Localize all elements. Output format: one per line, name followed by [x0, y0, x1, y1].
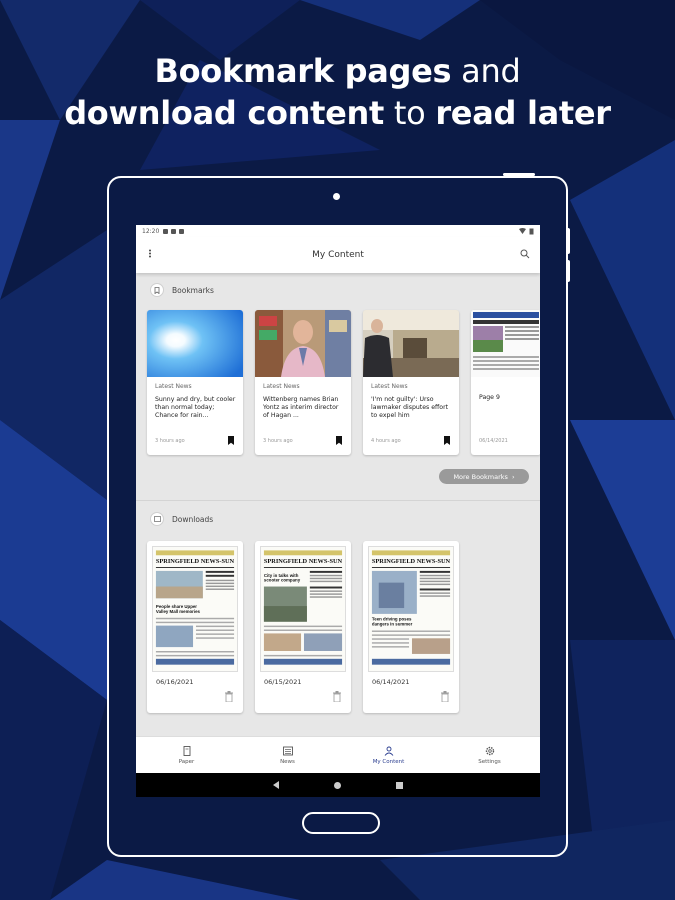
notification-icon	[179, 228, 185, 234]
bookmark-card[interactable]: Page 9 06/14/2021	[471, 310, 540, 455]
bookmark-card[interactable]: Latest News 'I'm not guilty': Urso lawma…	[363, 310, 459, 455]
download-date: 06/16/2021	[156, 678, 194, 686]
notification-icon	[171, 228, 177, 234]
svg-text:Valley Mall memories: Valley Mall memories	[156, 609, 201, 614]
bookmark-card[interactable]: Latest News Sunny and dry, but cooler th…	[147, 310, 243, 455]
status-bar: 12:20	[136, 225, 540, 237]
downloads-title: Downloads	[172, 514, 214, 524]
svg-text:dangers in summer: dangers in summer	[372, 622, 413, 627]
nav-my-content-label: My Content	[372, 758, 405, 765]
bookmark-section-icon	[150, 283, 164, 297]
download-section-icon	[150, 512, 164, 526]
svg-text:scooter company: scooter company	[264, 578, 301, 583]
downloads-header: Downloads	[150, 512, 213, 526]
download-masthead: SPRINGFIELD NEWS-SUN	[372, 558, 451, 565]
bookmark-time: 3 hours ago	[263, 438, 293, 444]
system-navigation-bar	[136, 773, 540, 797]
battery-icon	[529, 228, 534, 234]
newspaper-thumbnail: SPRINGFIELD NEWS-SUN People share Upper …	[152, 546, 238, 672]
nav-my-content[interactable]: My Content	[338, 737, 439, 773]
overflow-menu-icon[interactable]	[148, 249, 152, 258]
app-screen: 12:20 My Content Bookmarks Latest News S…	[136, 225, 540, 797]
bookmark-title: Page 9	[479, 394, 500, 401]
trash-icon[interactable]	[440, 691, 450, 702]
newspaper-thumbnail: SPRINGFIELD NEWS-SUN Teen driving poses …	[368, 546, 454, 672]
downloads-list: SPRINGFIELD NEWS-SUN People share Upper …	[147, 541, 459, 713]
download-card[interactable]: SPRINGFIELD NEWS-SUN Teen driving poses …	[363, 541, 459, 713]
bookmark-category: Latest News	[155, 383, 192, 390]
nav-news[interactable]: News	[237, 737, 338, 773]
bookmark-title: Sunny and dry, but cooler than normal to…	[155, 396, 236, 419]
person-icon	[384, 746, 393, 756]
camera-dot	[333, 193, 340, 200]
download-card[interactable]: SPRINGFIELD NEWS-SUN People share Upper …	[147, 541, 243, 713]
headline-bold-3: read later	[435, 94, 611, 132]
bookmark-card[interactable]: Latest News Wittenberg names Brian Yontz…	[255, 310, 351, 455]
newspaper-page-image	[471, 310, 540, 377]
more-bookmarks-label: More Bookmarks	[453, 472, 508, 481]
recent-apps-icon[interactable]	[396, 781, 403, 789]
bottom-navigation: Paper News My Content Settings	[136, 736, 540, 773]
headline-bold-2: download content	[64, 94, 385, 132]
bookmark-time: 4 hours ago	[371, 438, 401, 444]
headline-line-1: Bookmark pages and	[0, 50, 675, 92]
download-date: 06/15/2021	[264, 678, 302, 686]
bookmark-icon[interactable]	[228, 436, 234, 445]
home-icon[interactable]	[334, 781, 341, 789]
back-icon[interactable]	[273, 781, 279, 789]
bookmarks-header: Bookmarks	[150, 283, 214, 297]
nav-paper[interactable]: Paper	[136, 737, 237, 773]
bookmark-time: 06/14/2021	[479, 438, 508, 444]
download-date: 06/14/2021	[372, 678, 410, 686]
bookmark-title: Wittenberg names Brian Yontz as interim …	[263, 396, 339, 419]
wifi-icon	[519, 227, 526, 234]
headline-bold-1: Bookmark pages	[154, 52, 452, 90]
chevron-right-icon: ›	[511, 472, 515, 481]
download-card[interactable]: SPRINGFIELD NEWS-SUN City in talks with …	[255, 541, 351, 713]
page-title: My Content	[312, 250, 364, 260]
status-time: 12:20	[142, 227, 160, 235]
search-icon[interactable]	[520, 249, 530, 259]
notification-icon	[163, 228, 169, 234]
bookmarks-title: Bookmarks	[172, 285, 214, 295]
headline-light-2: to	[393, 94, 426, 132]
download-masthead: SPRINGFIELD NEWS-SUN	[264, 558, 343, 565]
sun-sky-image	[147, 310, 243, 377]
app-bar: My Content	[136, 237, 540, 273]
trash-icon[interactable]	[224, 691, 234, 702]
nav-paper-label: Paper	[178, 758, 195, 765]
trash-icon[interactable]	[332, 691, 342, 702]
tablet-home-button	[302, 812, 380, 834]
bookmark-category: Latest News	[263, 383, 300, 390]
download-masthead: SPRINGFIELD NEWS-SUN	[156, 558, 235, 565]
headline: Bookmark pages and download content to r…	[0, 50, 675, 134]
bookmark-category: Latest News	[371, 383, 408, 390]
nav-news-label: News	[280, 758, 295, 765]
bookmark-time: 3 hours ago	[155, 438, 185, 444]
headline-light-1: and	[461, 52, 521, 90]
headline-line-2: download content to read later	[0, 92, 675, 134]
bookmark-icon[interactable]	[444, 436, 450, 445]
nav-settings[interactable]: Settings	[439, 737, 540, 773]
bookmarks-list: Latest News Sunny and dry, but cooler th…	[147, 310, 540, 455]
section-divider	[136, 500, 540, 501]
tablet-side-button	[566, 260, 570, 282]
bookmark-icon[interactable]	[336, 436, 342, 445]
more-bookmarks-button[interactable]: More Bookmarks ›	[439, 469, 529, 484]
man-portrait-image	[255, 310, 351, 377]
paper-icon	[183, 745, 190, 756]
bookmark-title: 'I'm not guilty': Urso lawmaker disputes…	[371, 396, 449, 419]
news-icon	[282, 746, 293, 755]
newspaper-thumbnail: SPRINGFIELD NEWS-SUN City in talks with …	[260, 546, 346, 672]
tablet-side-button	[566, 228, 570, 254]
gear-icon	[485, 746, 494, 755]
courtroom-image	[363, 310, 459, 377]
tablet-top-button	[503, 173, 535, 176]
nav-settings-label: Settings	[478, 758, 501, 765]
